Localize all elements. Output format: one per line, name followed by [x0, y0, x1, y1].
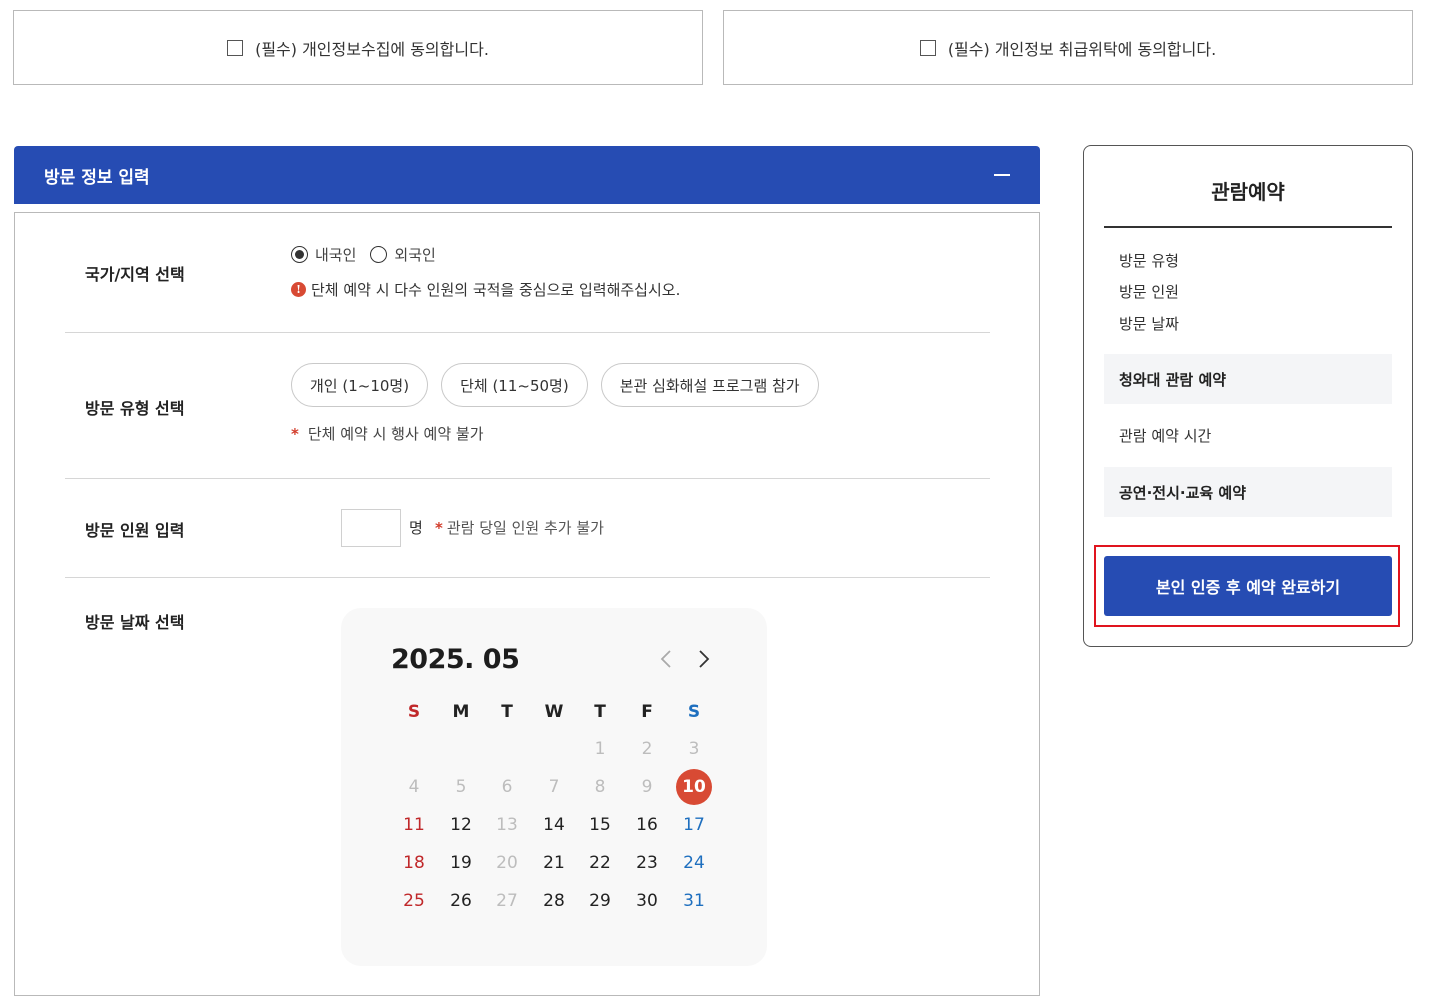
calendar-day[interactable]: 16 [629, 807, 665, 843]
weekday-header: W [544, 702, 564, 722]
calendar-day: 6 [501, 777, 513, 797]
calendar-day[interactable]: 29 [582, 883, 618, 919]
date-row: 방문 날짜 선택 2025. 05 S M T W T F S 1 2 3 4 5 6 7 8 9 10 11 12… [65, 213, 990, 993]
calendar-day[interactable]: 25 [396, 883, 432, 919]
summary-event-reservation: 공연·전시·교육 예약 [1104, 467, 1392, 517]
calendar-day[interactable]: 30 [629, 883, 665, 919]
calendar-day[interactable]: 23 [629, 845, 665, 881]
summary-visit-date: 방문 날짜 [1119, 315, 1179, 333]
calendar-day[interactable]: 19 [443, 845, 479, 881]
agreement-privacy-outsource[interactable]: (필수) 개인정보 취급위탁에 동의합니다. [723, 10, 1413, 85]
calendar-day[interactable]: 24 [676, 845, 712, 881]
minus-icon[interactable] [994, 174, 1010, 176]
calendar-day[interactable]: 17 [676, 807, 712, 843]
calendar-day: 3 [688, 739, 700, 759]
calendar-day: 8 [594, 777, 606, 797]
calendar-day: 4 [408, 777, 420, 797]
summary-title: 관람예약 [1211, 180, 1285, 204]
calendar-day: 27 [496, 891, 518, 911]
calendar-day[interactable]: 31 [676, 883, 712, 919]
calendar-day-today[interactable]: 10 [676, 769, 712, 805]
summary-visit-type: 방문 유형 [1119, 252, 1179, 270]
calendar-day: 5 [455, 777, 467, 797]
verify-and-submit-button[interactable]: 본인 인증 후 예약 완료하기 [1104, 556, 1392, 616]
checkbox[interactable] [919, 39, 936, 56]
calendar-month-title: 2025. 05 [391, 644, 520, 675]
calendar-day[interactable]: 11 [396, 807, 432, 843]
agreement-label: (필수) 개인정보수집에 동의합니다. [255, 39, 489, 59]
summary-divider [1104, 226, 1392, 228]
chevron-left-icon[interactable] [655, 648, 677, 670]
calendar-day[interactable]: 26 [443, 883, 479, 919]
calendar-day[interactable]: 22 [582, 845, 618, 881]
agreement-label: (필수) 개인정보 취급위탁에 동의합니다. [947, 39, 1217, 59]
summary-tour-time: 관람 예약 시간 [1119, 427, 1212, 445]
checkbox[interactable] [227, 39, 244, 56]
calendar-day: 1 [594, 739, 606, 759]
chevron-right-icon[interactable] [693, 648, 715, 670]
visit-info-form: 국가/지역 선택 내국인 외국인 ! 단체 예약 시 다수 인원의 국적을 중심… [14, 212, 1040, 996]
calendar: 2025. 05 S M T W T F S 1 2 3 4 5 6 7 8 9 10 11 12 13 14 15 16 1… [341, 608, 767, 966]
calendar-day: 7 [548, 777, 560, 797]
calendar-day[interactable]: 28 [536, 883, 572, 919]
weekday-header: S [687, 702, 701, 722]
weekday-header: S [407, 702, 421, 722]
weekday-header: F [641, 702, 653, 722]
calendar-day[interactable]: 12 [443, 807, 479, 843]
calendar-day: 2 [641, 739, 653, 759]
calendar-day[interactable]: 18 [396, 845, 432, 881]
section-title: 방문 정보 입력 [44, 167, 150, 188]
summary-tour-reservation: 청와대 관람 예약 [1104, 354, 1392, 404]
summary-visit-count: 방문 인원 [1119, 283, 1179, 301]
calendar-day: 9 [641, 777, 653, 797]
visit-info-header[interactable]: 방문 정보 입력 [14, 146, 1040, 204]
calendar-day: 13 [496, 815, 518, 835]
weekday-header: T [501, 702, 513, 722]
calendar-day[interactable]: 21 [536, 845, 572, 881]
calendar-day: 20 [496, 853, 518, 873]
weekday-header: M [452, 702, 470, 722]
weekday-header: T [594, 702, 606, 722]
calendar-day[interactable]: 15 [582, 807, 618, 843]
date-label: 방문 날짜 선택 [85, 613, 185, 632]
agreement-privacy-collect[interactable]: (필수) 개인정보수집에 동의합니다. [13, 10, 703, 85]
calendar-day[interactable]: 14 [536, 807, 572, 843]
